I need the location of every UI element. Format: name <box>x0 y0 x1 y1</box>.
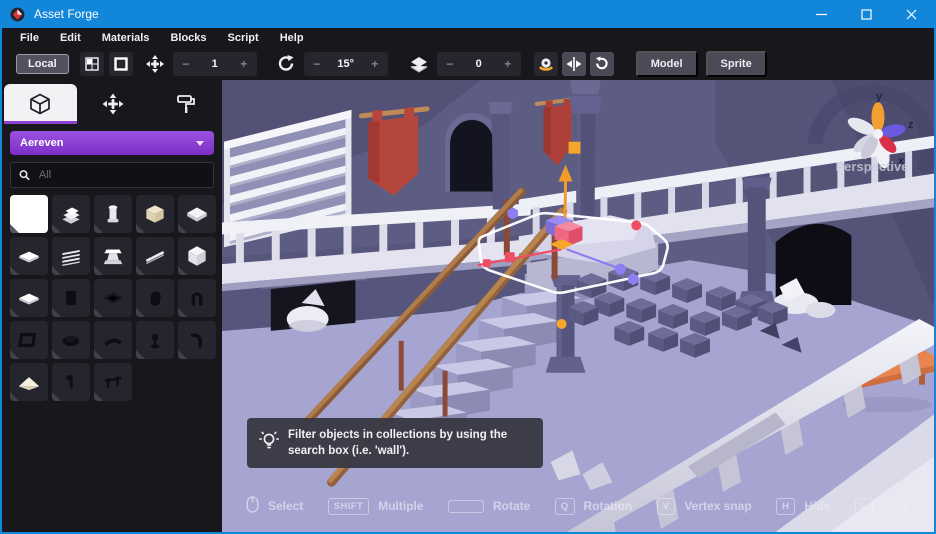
axis-y-cone[interactable] <box>871 102 885 132</box>
asset-forge-window: Asset Forge File Edit Materials Blocks Scrip… <box>0 0 936 534</box>
rotate-cw-icon <box>596 56 608 70</box>
model-mode-button[interactable]: Model <box>635 50 698 77</box>
layer-stepper: − 0 + <box>436 51 521 76</box>
move-icon <box>102 93 124 115</box>
collection-name: Aereven <box>20 137 64 149</box>
layer-minus-button[interactable]: − <box>437 57 463 71</box>
block-tile-cube[interactable] <box>178 237 216 275</box>
grid-small-button[interactable] <box>79 51 104 76</box>
block-tile-rail-thin[interactable] <box>136 237 174 275</box>
viewport[interactable]: y z x Perspective Filter objects in coll… <box>222 80 934 532</box>
sprite-mode-button[interactable]: Sprite <box>705 50 767 77</box>
block-tile-frame-dark[interactable] <box>10 321 48 359</box>
tab-materials[interactable] <box>149 84 222 124</box>
block-tile-hook-dark[interactable] <box>178 321 216 359</box>
rotate-object-button[interactable] <box>589 51 614 76</box>
menu-script[interactable]: Script <box>224 32 263 44</box>
maximize-button[interactable] <box>844 0 889 28</box>
orientation-gizmo[interactable]: y z x <box>836 90 920 170</box>
block-tile-plate[interactable] <box>10 237 48 275</box>
block-tile-pedestal[interactable] <box>94 237 132 275</box>
sidebar-tabs <box>2 80 222 124</box>
search-icon <box>19 170 30 181</box>
block-tile-disc-dark[interactable] <box>52 321 90 359</box>
block-tile-lamp-dark[interactable] <box>136 321 174 359</box>
search-input[interactable] <box>36 168 205 182</box>
titlebar[interactable]: Asset Forge <box>2 0 934 28</box>
block-tile-roof-cone[interactable] <box>10 363 48 401</box>
block-tile-panel-dark[interactable] <box>52 279 90 317</box>
menu-edit[interactable]: Edit <box>56 32 85 44</box>
gizmo-y-handle[interactable] <box>568 141 581 154</box>
tab-blocks[interactable] <box>4 84 77 124</box>
cube-icon <box>30 93 51 115</box>
block-tile-fence-dark[interactable] <box>94 363 132 401</box>
block-tile-plate-2[interactable] <box>10 279 48 317</box>
close-button[interactable] <box>889 0 934 28</box>
axis-y-label: y <box>876 91 883 103</box>
menu-help[interactable]: Help <box>276 32 308 44</box>
rotate-stepper: − 15° + <box>303 51 388 76</box>
search-box[interactable] <box>10 162 214 188</box>
axis-z-label: z <box>908 119 914 131</box>
rotate-step-value: 15° <box>337 57 355 70</box>
lightbulb-icon <box>259 431 279 449</box>
hint-tooltip: Filter objects in collections by using t… <box>247 418 543 469</box>
move-step-value: 1 <box>211 57 218 70</box>
grid-small-icon <box>84 56 99 71</box>
menubar: File Edit Materials Blocks Script Help <box>2 28 934 47</box>
block-tile-post-dark[interactable] <box>52 363 90 401</box>
block-tile-column[interactable] <box>94 195 132 233</box>
axis-x-label: x <box>898 155 905 167</box>
layer-plus-button[interactable]: + <box>495 57 521 71</box>
block-tile-slope-plate[interactable] <box>178 195 216 233</box>
local-global-toggle[interactable]: Local <box>16 53 69 74</box>
rotate-step-icon <box>277 54 296 73</box>
layer-step-value: 0 <box>475 57 482 70</box>
chevron-down-icon <box>196 140 204 146</box>
layer-step-icon <box>409 54 429 74</box>
flip-button[interactable] <box>561 51 586 76</box>
grid-large-icon <box>114 56 128 71</box>
grid-large-button[interactable] <box>108 51 133 76</box>
menu-blocks[interactable]: Blocks <box>166 32 210 44</box>
toolbar: Local − 1 + − 15° + − 0 + Model Sprite <box>2 47 934 80</box>
app-logo-icon <box>10 7 25 21</box>
window-title: Asset Forge <box>34 7 99 21</box>
block-tile-shutters[interactable] <box>52 237 90 275</box>
move-plus-button[interactable]: + <box>231 57 257 71</box>
hint-text: Filter objects in collections by using t… <box>288 429 508 458</box>
block-tile-arch-dark[interactable] <box>178 279 216 317</box>
block-tile-stairs[interactable] <box>52 195 90 233</box>
snap-to-ground-button[interactable] <box>533 51 558 76</box>
block-tile-slab-dark[interactable] <box>136 279 174 317</box>
menu-materials[interactable]: Materials <box>98 32 154 44</box>
block-tile-wedge-dark[interactable] <box>94 321 132 359</box>
menu-file[interactable]: File <box>16 32 43 44</box>
collection-dropdown[interactable]: Aereven <box>10 131 214 155</box>
sidebar: Aereven <box>2 80 222 532</box>
block-tile-pit-dark[interactable] <box>94 279 132 317</box>
snap-to-ground-icon <box>538 57 553 71</box>
block-grid <box>10 195 216 401</box>
rotate-plus-button[interactable]: + <box>362 57 388 71</box>
block-tile-block-white[interactable] <box>10 195 48 233</box>
paint-roller-icon <box>176 95 195 113</box>
minimize-button[interactable] <box>799 0 844 28</box>
tab-transform[interactable] <box>77 84 150 124</box>
rotate-minus-button[interactable]: − <box>304 57 330 71</box>
move-step-icon <box>145 54 165 74</box>
flip-icon <box>566 56 582 71</box>
move-stepper: − 1 + <box>172 51 257 76</box>
move-minus-button[interactable]: − <box>173 57 199 71</box>
block-tile-cube-large[interactable] <box>136 195 174 233</box>
